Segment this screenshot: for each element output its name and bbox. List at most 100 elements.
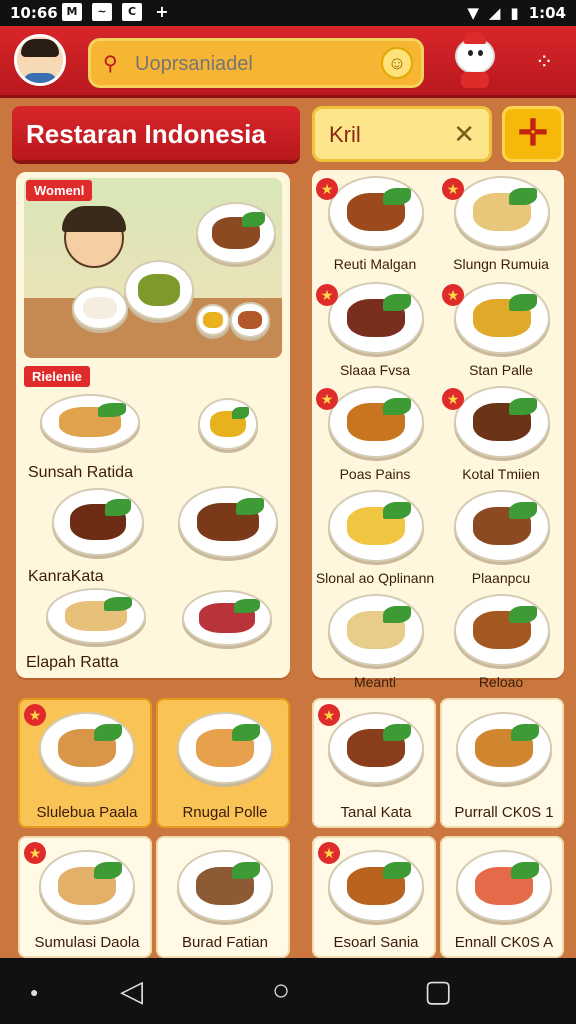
- filter-chip[interactable]: Kril ✕: [312, 106, 492, 162]
- nav-dot-icon[interactable]: ●: [30, 984, 38, 1000]
- dish-image: [454, 594, 550, 666]
- close-icon[interactable]: ✕: [453, 119, 475, 150]
- dish-image: [46, 588, 146, 644]
- mascot-icon[interactable]: [452, 32, 498, 90]
- favorite-star-icon[interactable]: ★: [318, 842, 340, 864]
- favorite-star-icon[interactable]: ★: [316, 388, 338, 410]
- recents-icon[interactable]: ▢: [424, 974, 452, 1009]
- dish-image: [40, 394, 140, 450]
- home-icon[interactable]: ○: [272, 974, 290, 1008]
- menu-card[interactable]: ★ Reuti Malgan: [312, 176, 438, 276]
- favorite-star-icon[interactable]: ★: [442, 178, 464, 200]
- menu-card[interactable]: ★ Kotal Tmiien: [438, 386, 564, 486]
- sauce-bowl: [230, 302, 270, 338]
- signal-icon: ◢: [488, 4, 501, 22]
- favorite-star-icon[interactable]: ★: [442, 284, 464, 306]
- dish-label: Burad Fatian: [182, 934, 268, 951]
- navigation-bar: ● ◁ ○ ▢: [0, 958, 576, 1024]
- menu-card[interactable]: Plaanpcu: [438, 490, 564, 590]
- menu-card[interactable]: ★ Poas Pains: [312, 386, 438, 486]
- dish-image: [454, 282, 550, 354]
- favorite-star-icon[interactable]: ★: [442, 388, 464, 410]
- favorite-star-icon[interactable]: ★: [318, 704, 340, 726]
- menu-card[interactable]: ★ Slungn Rumuia: [438, 176, 564, 276]
- avatar[interactable]: [14, 34, 66, 86]
- back-icon[interactable]: ◁: [120, 974, 143, 1009]
- dish-image: [328, 282, 424, 354]
- search-icon: ⚲: [103, 53, 118, 75]
- status-time-right: 1:04: [528, 4, 566, 22]
- favorite-star-icon[interactable]: ★: [316, 284, 338, 306]
- menu-card[interactable]: Slonal ao Qplinann: [312, 490, 438, 590]
- add-button[interactable]: ✛: [502, 106, 564, 162]
- soup-bowl: [196, 304, 230, 336]
- filter-text: Kril: [329, 122, 361, 147]
- favorite-star-icon[interactable]: ★: [316, 178, 338, 200]
- menu-tile[interactable]: ★ Sumulasi Daola: [18, 836, 152, 958]
- dish-label: Slonal ao Qplinann: [315, 570, 435, 586]
- battery-icon: ▮: [510, 4, 519, 22]
- dish-label: Poas Pains: [339, 466, 411, 482]
- favorite-star-icon[interactable]: ★: [24, 704, 46, 726]
- dish-image: [178, 486, 278, 558]
- dish-image: [177, 712, 273, 784]
- badge-mid: Rielenie: [24, 366, 90, 387]
- notification-icons: M ~ C +: [62, 3, 172, 21]
- badge-top: Womenl: [26, 180, 93, 201]
- dish-image: [454, 386, 550, 458]
- featured-banner[interactable]: [24, 178, 282, 358]
- dish-image: [328, 176, 424, 248]
- featured-panel: Womenl Rielenie Sunsah Ratida KanraKata …: [16, 172, 290, 678]
- page-title-bar: Restaran Indonesia: [12, 106, 300, 164]
- dish-label: Reuti Malgan: [333, 256, 417, 272]
- dish-image: [52, 488, 144, 556]
- dish-image: [328, 490, 424, 562]
- dish-image: [456, 712, 552, 784]
- page-title: Restaran Indonesia: [26, 119, 266, 149]
- dish-image: [454, 176, 550, 248]
- status-bar: 10:66 M ~ C + ▼ ◢ ▮ 1:04: [0, 0, 576, 26]
- menu-card[interactable]: Reloao: [438, 594, 564, 694]
- menu-tile[interactable]: ★ Tanal Kata: [312, 698, 436, 828]
- rice-plate: [72, 286, 128, 330]
- favorite-star-icon[interactable]: ★: [24, 842, 46, 864]
- dish-label: Purrall CK0S 1: [454, 804, 554, 821]
- list-item[interactable]: Elapah Ratta: [22, 582, 286, 674]
- dish-image: [328, 386, 424, 458]
- app-header: ⚲ ☺ ⁘: [0, 26, 576, 98]
- salad-bowl: [124, 260, 194, 320]
- menu-tile[interactable]: Burad Fatian: [156, 836, 290, 958]
- dish-image: [456, 850, 552, 922]
- list-item[interactable]: Sunsah Ratida: [22, 388, 286, 481]
- menu-card[interactable]: ★ Stan Palle: [438, 282, 564, 382]
- dish-label: Reloao: [478, 674, 524, 690]
- dish-label: Sunsah Ratida: [28, 464, 133, 481]
- search-bar[interactable]: ⚲ ☺: [88, 38, 424, 88]
- menu-tile[interactable]: Purrall CK0S 1: [440, 698, 564, 828]
- dish-image: [328, 712, 424, 784]
- dish-label: Ennall CK0S A: [454, 934, 554, 951]
- dish-image: [39, 712, 135, 784]
- menu-card[interactable]: Meanti: [312, 594, 438, 694]
- roll-plate: [196, 202, 276, 264]
- menu-card[interactable]: ★ Slaaa Fvsa: [312, 282, 438, 382]
- dish-image: [454, 490, 550, 562]
- dish-image: [328, 594, 424, 666]
- chart-icon: ~: [92, 3, 112, 21]
- avatar-hair: [21, 39, 59, 57]
- search-input[interactable]: [135, 49, 375, 79]
- smiley-icon[interactable]: ☺: [381, 47, 413, 79]
- menu-tile[interactable]: ★ Slulebua Paala: [18, 698, 152, 828]
- dish-image: [39, 850, 135, 922]
- dish-label: Elapah Ratta: [26, 654, 119, 671]
- dish-label: Esoarl Sania: [333, 934, 419, 951]
- menu-dots-icon[interactable]: ⁘: [535, 50, 561, 74]
- dish-image: [177, 850, 273, 922]
- drink-bowl: [182, 590, 272, 646]
- dish-label: Meanti: [353, 674, 397, 690]
- dish-label: Stan Palle: [469, 362, 533, 378]
- menu-tile[interactable]: Ennall CK0S A: [440, 836, 564, 958]
- menu-tile[interactable]: Rnugal Polle: [156, 698, 290, 828]
- menu-tile[interactable]: ★ Esoarl Sania: [312, 836, 436, 958]
- list-item[interactable]: KanraKata: [22, 484, 286, 585]
